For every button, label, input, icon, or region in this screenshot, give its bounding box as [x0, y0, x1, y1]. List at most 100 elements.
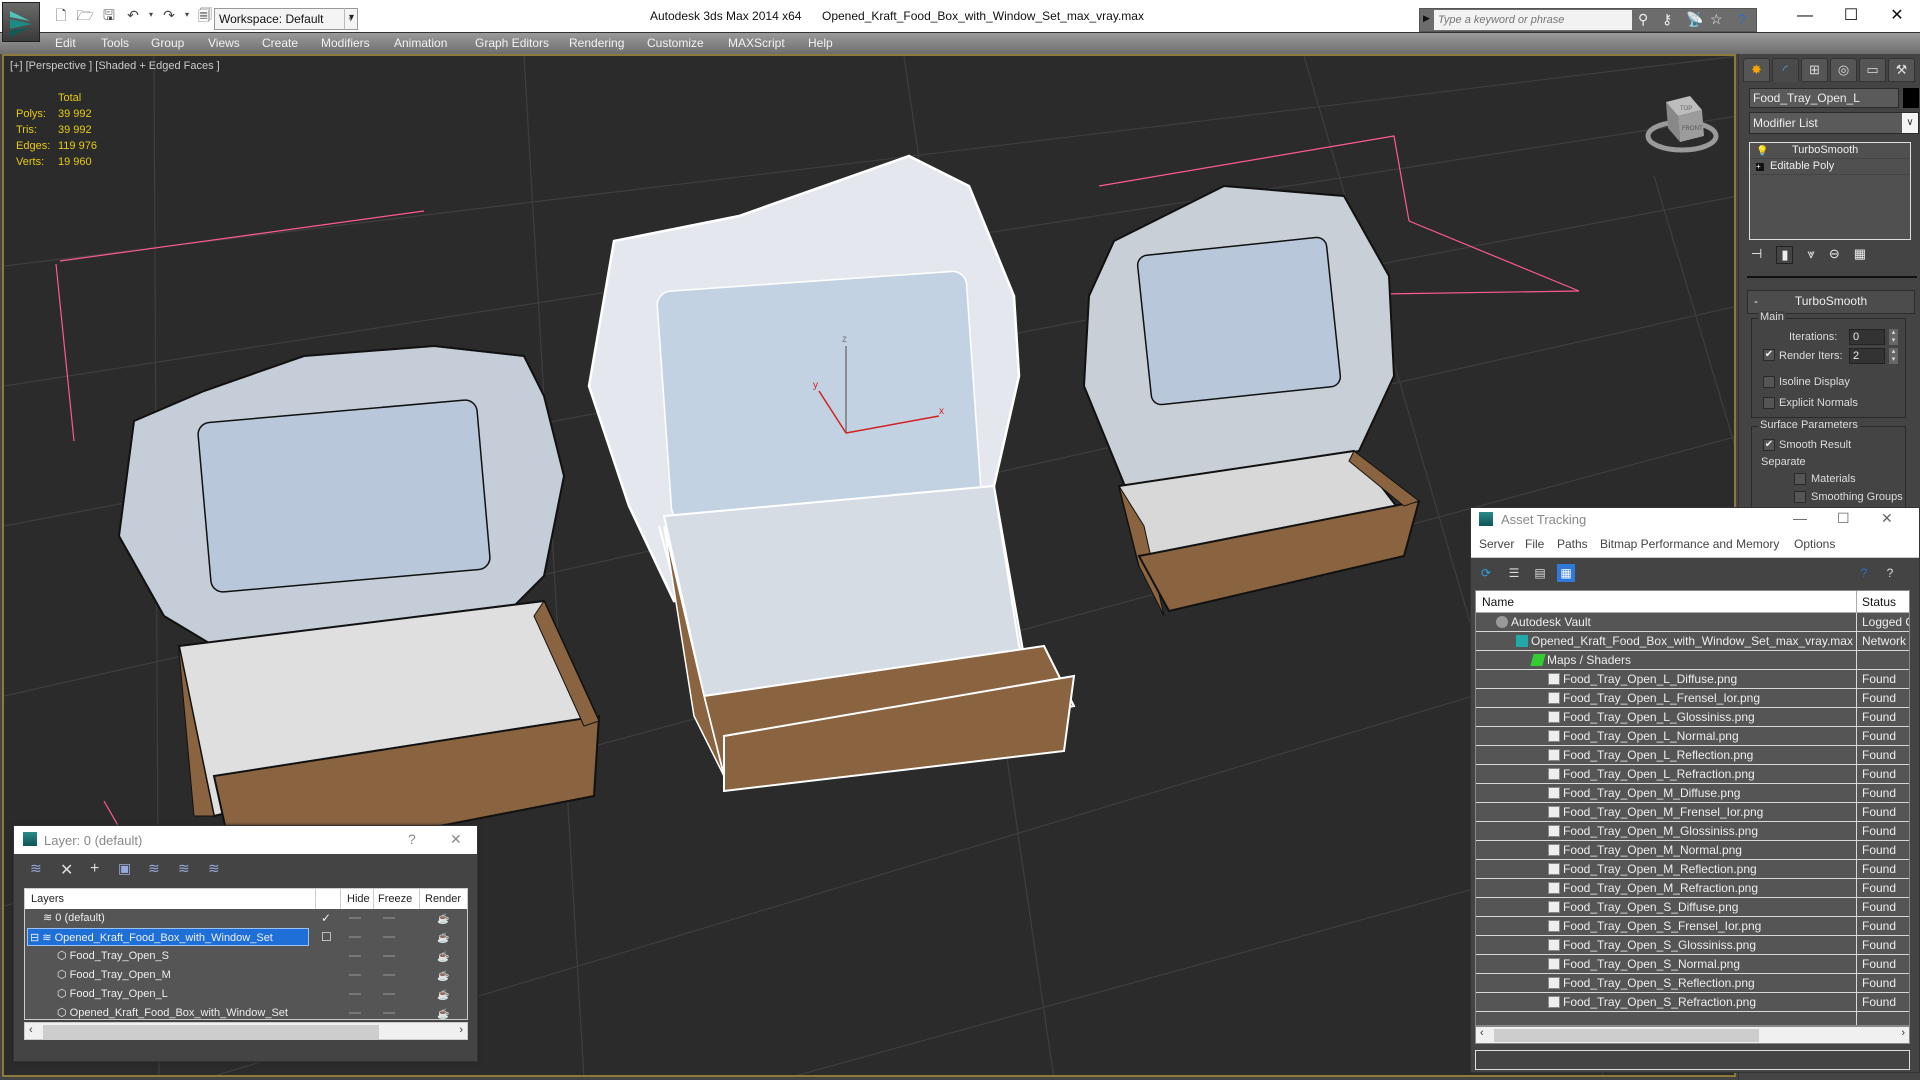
show-end-result-icon[interactable]: ▮ — [1776, 246, 1794, 264]
modifier-list-dropdown[interactable]: Modifier List ∨ — [1749, 112, 1919, 134]
layer-object-row[interactable]: ⬡ Food_Tray_Open_S ☕ — [25, 947, 467, 966]
online-help-icon[interactable]: ? — [1855, 564, 1873, 582]
layer-name[interactable]: ⊟ ≋ Opened_Kraft_Food_Box_with_Window_Se… — [27, 928, 309, 946]
object-name-field[interactable]: Food_Tray_Open_L — [1749, 88, 1899, 108]
explicit-normals-checkbox[interactable] — [1763, 397, 1775, 409]
redo-dropdown-icon[interactable]: ▾ — [184, 6, 190, 24]
modify-tab-icon[interactable]: ◜ — [1772, 58, 1799, 82]
menu-animation[interactable]: Animation — [394, 36, 447, 50]
display-tab-icon[interactable]: ▭ — [1859, 58, 1886, 82]
materials-checkbox[interactable] — [1794, 473, 1806, 485]
help-button[interactable]: ? — [408, 831, 416, 847]
asset-row[interactable]: Food_Tray_Open_M_Diffuse.png Found — [1476, 784, 1909, 803]
asset-row[interactable]: Food_Tray_Open_L_Glossiniss.png Found — [1476, 708, 1909, 727]
smooth-result-checkbox[interactable]: ✔ — [1763, 439, 1775, 451]
maximize-button[interactable]: ☐ — [1837, 510, 1850, 527]
object-color-swatch[interactable] — [1903, 88, 1919, 108]
asset-row[interactable]: Food_Tray_Open_L_Refraction.png Found — [1476, 765, 1909, 784]
lightbulb-icon[interactable]: 💡 — [1756, 144, 1768, 159]
collapse-icon[interactable]: ⊟ — [30, 932, 42, 944]
food-tray-open-m[interactable] — [587, 154, 1076, 793]
favorites-star-icon[interactable]: ☆ — [1710, 11, 1723, 28]
asset-row[interactable]: Food_Tray_Open_L_Diffuse.png Found — [1476, 670, 1909, 689]
remove-modifier-icon[interactable]: ⊖ — [1829, 246, 1840, 264]
render-teapot-icon[interactable]: ☕ — [437, 949, 449, 967]
set-current-layer-box-icon[interactable]: ☐ — [321, 928, 332, 946]
asset-row[interactable]: Food_Tray_Open_L_Frensel_Ior.png Found — [1476, 689, 1909, 708]
freeze-toggle[interactable] — [383, 917, 395, 919]
layer-object-row[interactable]: ⬡ Opened_Kraft_Food_Box_with_Window_Set ☕ — [25, 1004, 467, 1023]
render-iters-spinner-arrows[interactable]: ▴ ▾ — [1889, 348, 1898, 364]
render-teapot-icon[interactable]: ☕ — [437, 930, 449, 948]
asset-row[interactable]: Food_Tray_Open_S_Refraction.png Found — [1476, 993, 1909, 1012]
horizontal-scrollbar[interactable]: ‹ › — [1475, 1026, 1910, 1044]
select-layer-icon[interactable]: ≋ — [148, 860, 160, 877]
layer-row[interactable]: ⊟ ≋ Opened_Kraft_Food_Box_with_Window_Se… — [25, 928, 467, 947]
menu-maxscript[interactable]: MAXScript — [728, 36, 785, 50]
project-folder-icon[interactable]: 🗐 — [196, 6, 214, 24]
create-layer-icon[interactable]: ≋ — [30, 860, 42, 877]
viewcube[interactable]: TOP FRONT — [1644, 88, 1724, 158]
satellite-icon[interactable]: 📡 — [1686, 11, 1703, 28]
add-to-layer-icon[interactable]: + — [90, 860, 99, 878]
key-icon[interactable]: ⚷ — [1662, 11, 1672, 28]
layer-object-row[interactable]: ⬡ Food_Tray_Open_L ☕ — [25, 985, 467, 1004]
iterations-spinner-arrows[interactable]: ▴ ▾ — [1889, 329, 1898, 345]
set-current-layer-icon[interactable]: ≋ — [178, 860, 190, 877]
scroll-right-icon[interactable]: › — [1901, 1027, 1905, 1039]
smoothing-groups-checkbox[interactable] — [1794, 491, 1806, 503]
help-icon[interactable]: ? — [1881, 564, 1899, 582]
asset-row[interactable]: Opened_Kraft_Food_Box_with_Window_Set_ma… — [1476, 632, 1909, 651]
viewport-label[interactable]: [+] [Perspective ] [Shaded + Edged Faces… — [10, 60, 220, 72]
layer-name[interactable]: ⬡ Opened_Kraft_Food_Box_with_Window_Set — [55, 1004, 292, 1022]
menu-edit[interactable]: Edit — [55, 36, 76, 50]
food-tray-open-s[interactable] — [1082, 184, 1421, 617]
layer-name[interactable]: ≋ 0 (default) — [41, 909, 109, 927]
column-hide[interactable]: Hide — [347, 893, 370, 905]
render-teapot-icon[interactable]: ☕ — [437, 911, 449, 929]
create-tab-icon[interactable]: ✸ — [1743, 58, 1770, 82]
refresh-icon[interactable]: ⟳ — [1477, 564, 1495, 582]
horizontal-scrollbar[interactable]: ‹ › — [24, 1022, 468, 1040]
menu-bitmap-performance[interactable]: Bitmap Performance and Memory — [1600, 537, 1779, 551]
menu-views[interactable]: Views — [208, 36, 240, 50]
table-view-icon[interactable]: ▦ — [1557, 564, 1575, 582]
freeze-toggle[interactable] — [383, 1012, 395, 1014]
minimize-button[interactable]: — — [1793, 510, 1807, 526]
menu-file[interactable]: File — [1525, 537, 1544, 551]
asset-row[interactable]: Food_Tray_Open_S_Diffuse.png Found — [1476, 898, 1909, 917]
binoculars-icon[interactable]: ⚲ — [1638, 11, 1648, 28]
menu-options[interactable]: Options — [1794, 537, 1835, 551]
expand-arrow-icon[interactable]: ▶ — [1423, 13, 1430, 24]
menu-rendering[interactable]: Rendering — [569, 36, 624, 50]
asset-row[interactable]: Food_Tray_Open_M_Normal.png Found — [1476, 841, 1909, 860]
freeze-toggle[interactable] — [383, 955, 395, 957]
iterations-spinner[interactable]: 0 — [1849, 329, 1885, 345]
maximize-button[interactable]: ☐ — [1836, 6, 1866, 26]
asset-row[interactable]: Food_Tray_Open_S_Reflection.png Found — [1476, 974, 1909, 993]
pin-stack-icon[interactable]: ⊣ — [1751, 246, 1762, 264]
food-tray-open-l[interactable] — [117, 344, 601, 868]
search-input[interactable] — [1434, 10, 1632, 30]
workspace-dropdown[interactable]: Workspace: Default ▾ — [214, 8, 358, 30]
menu-server[interactable]: Server — [1479, 537, 1514, 551]
scrollbar-thumb[interactable] — [43, 1025, 379, 1039]
render-teapot-icon[interactable]: ☕ — [437, 987, 449, 1005]
asset-row[interactable]: Food_Tray_Open_S_Normal.png Found — [1476, 955, 1909, 974]
make-unique-icon[interactable]: ⩔ — [1807, 246, 1814, 264]
menu-customize[interactable]: Customize — [647, 36, 704, 50]
hide-toggle[interactable] — [349, 917, 361, 919]
layer-row[interactable]: ≋ 0 (default) ✓ ☕ — [25, 909, 467, 928]
column-render[interactable]: Render — [425, 893, 461, 905]
freeze-toggle[interactable] — [383, 993, 395, 995]
freeze-toggle[interactable] — [383, 974, 395, 976]
redo-icon[interactable]: ↷ — [160, 6, 178, 24]
layer-name[interactable]: ⬡ Food_Tray_Open_M — [55, 966, 175, 984]
column-layers[interactable]: Layers — [31, 893, 64, 905]
menu-help[interactable]: Help — [808, 36, 833, 50]
hide-toggle[interactable] — [349, 993, 361, 995]
open-file-icon[interactable]: 🗁 — [76, 6, 94, 24]
freeze-toggle[interactable] — [383, 936, 395, 938]
asset-tracking-titlebar[interactable]: Asset Tracking — ☐ ✕ — [1471, 508, 1919, 532]
utilities-tab-icon[interactable]: ⚒ — [1888, 58, 1915, 82]
